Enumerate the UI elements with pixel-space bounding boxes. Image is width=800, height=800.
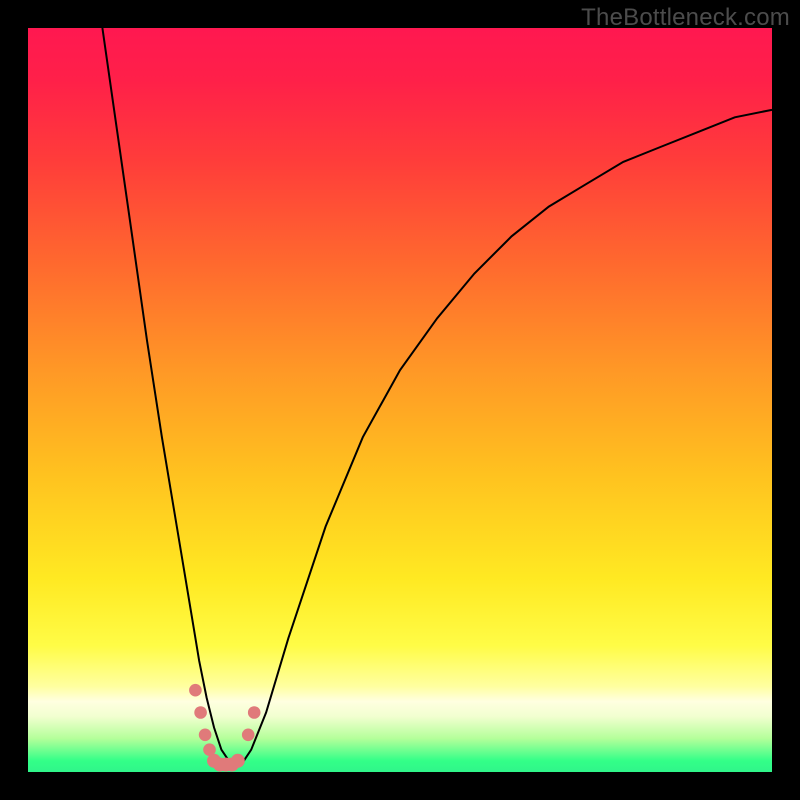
plot-area xyxy=(28,28,772,772)
marker-point xyxy=(199,729,212,742)
marker-point xyxy=(231,754,245,768)
marker-point xyxy=(248,706,261,719)
outer-frame: TheBottleneck.com xyxy=(0,0,800,800)
chart-svg xyxy=(28,28,772,772)
marker-point xyxy=(194,706,207,719)
gradient-background xyxy=(28,28,772,772)
marker-point xyxy=(242,729,255,742)
marker-point xyxy=(189,684,202,697)
